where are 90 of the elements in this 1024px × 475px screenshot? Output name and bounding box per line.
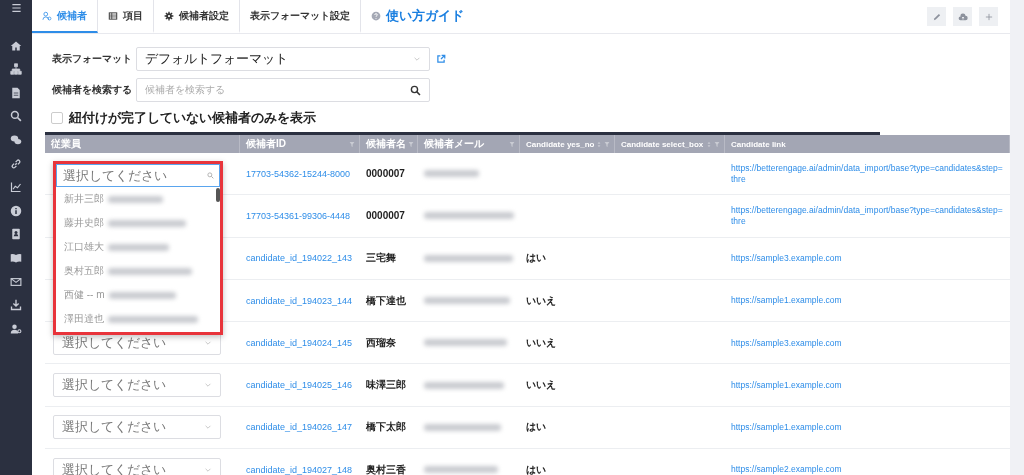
dropdown-option[interactable]: 新井三郎 [64,192,104,206]
menu-icon[interactable] [10,2,22,14]
download-icon[interactable] [10,299,22,312]
table-icon [108,10,118,21]
mail-icon[interactable] [10,275,22,288]
employee-select[interactable]: 選択してください [53,415,221,440]
table-cell: 三宅舞 [366,251,396,266]
candidate-id-link[interactable]: candidate_id_194026_147 [246,422,353,433]
search-field[interactable]: 候補者を検索する [136,78,430,102]
candidate-link[interactable]: https://sample1.example.com [731,295,842,306]
link-icon[interactable] [10,157,22,170]
chevron-icon [204,423,212,432]
candidate-link[interactable]: https://sample1.example.com [731,379,842,391]
dropdown-search-field[interactable]: 選択してください [56,164,220,187]
column-header[interactable]: Candidate link [725,135,1010,153]
checkbox[interactable] [51,112,63,124]
employee-select[interactable]: 選択してください [53,457,221,475]
document-icon[interactable] [10,86,22,99]
redacted-email [424,170,479,178]
candidate-link[interactable]: https://sample3.example.com [731,337,842,349]
search-icon[interactable] [410,84,421,96]
table-cell: はい [526,462,546,475]
table-cell: はい [526,251,546,266]
candidate-id-link[interactable]: candidate_id_194022_143 [246,253,353,264]
table-cell: 味澤三郎 [366,378,406,393]
table-cell: いいえ [526,378,556,393]
scrollbar[interactable] [45,132,880,135]
tab[interactable]: 候補者 [32,0,98,33]
book-icon[interactable] [10,251,22,264]
candidate-link[interactable]: https://betterengage.ai/admin/data_import/base?type=candidates&step=thre [731,205,1004,227]
user-icon [42,10,52,21]
format-select[interactable]: デフォルトフォーマット [136,47,430,71]
table-cell: いいえ [526,293,556,308]
dropdown-option[interactable]: 藤井史郎 [64,216,104,230]
search-icon[interactable] [10,110,22,123]
redacted-email [108,243,169,251]
dropdown-option[interactable]: 江口雄大 [64,240,104,254]
gear-icon [164,10,174,21]
chat-icon[interactable] [10,133,22,146]
candidate-id-link[interactable]: candidate_id_194025_146 [246,380,353,391]
tab[interactable]: 候補者設定 [154,0,240,33]
candidate-id-link[interactable]: candidate_id_194027_148 [246,464,353,475]
dropdown-option[interactable]: 西健 -- m [64,288,105,302]
redacted-email [108,195,163,203]
tab[interactable]: 表示フォーマット設定 [240,0,361,33]
scrollbar-thumb[interactable] [216,188,220,202]
chart-icon[interactable] [10,181,22,194]
field-label: 候補者を検索する [52,83,133,97]
candidate-id-link[interactable]: candidate_id_194024_145 [246,337,353,348]
candidate-link[interactable]: https://sample3.example.com [731,252,842,264]
info-icon[interactable] [10,204,22,217]
home-icon[interactable] [10,39,22,52]
help-icon [371,10,381,21]
candidate-link[interactable]: https://sample2.example.com [731,464,842,475]
redacted-email [108,291,176,299]
candidate-link[interactable]: https://betterengage.ai/admin/data_import/base?type=candidates&step=thre [731,163,1004,185]
add-icon [983,11,994,22]
candidate-id-link[interactable]: 17703-54362-15244-8000 [246,168,351,179]
chevron-icon [204,381,212,390]
user-gear-icon[interactable] [10,322,22,335]
guide-link[interactable]: 使い方ガイド [361,0,474,33]
column-header[interactable]: 候補者メール [418,135,520,153]
upload-button[interactable] [953,7,972,26]
chevron-icon [413,55,421,63]
sitemap-icon[interactable] [10,63,22,76]
column-header[interactable]: 候補者名 [360,135,418,153]
column-header[interactable]: 候補者ID [240,135,360,153]
field-label: 表示フォーマット [52,52,133,66]
table-cell: 0000007 [366,210,405,222]
column-header[interactable]: 従業員 [45,135,240,153]
table-cell: いいえ [526,335,556,350]
table-cell: はい [526,420,546,435]
external-link-icon[interactable] [436,54,446,64]
tab[interactable]: 項目 [98,0,154,33]
dropdown-option[interactable]: 澤田達也 [64,312,104,326]
checkbox-label: 紐付けが完了していない候補者のみを表示 [69,109,316,127]
table-cell: 奥村三香 [366,462,406,475]
cloud-upload-icon [957,11,968,22]
employee-select[interactable]: 選択してください [53,373,221,398]
dropdown-option[interactable]: 奥村五郎 [64,264,104,278]
table-cell: 橋下達也 [366,293,406,308]
candidate-id-link[interactable]: candidate_id_194023_144 [246,295,353,306]
contact-card-icon[interactable] [10,228,22,241]
search-icon [207,172,214,179]
pencil-icon [931,11,942,22]
candidate-link[interactable]: https://sample1.example.com [731,422,842,433]
table-cell: 西瑠奈 [366,335,396,350]
candidate-id-link[interactable]: 17703-54361-99306-4448 [246,210,351,221]
table-cell: 橋下太郎 [366,420,406,435]
table-cell: 0000007 [366,168,405,180]
